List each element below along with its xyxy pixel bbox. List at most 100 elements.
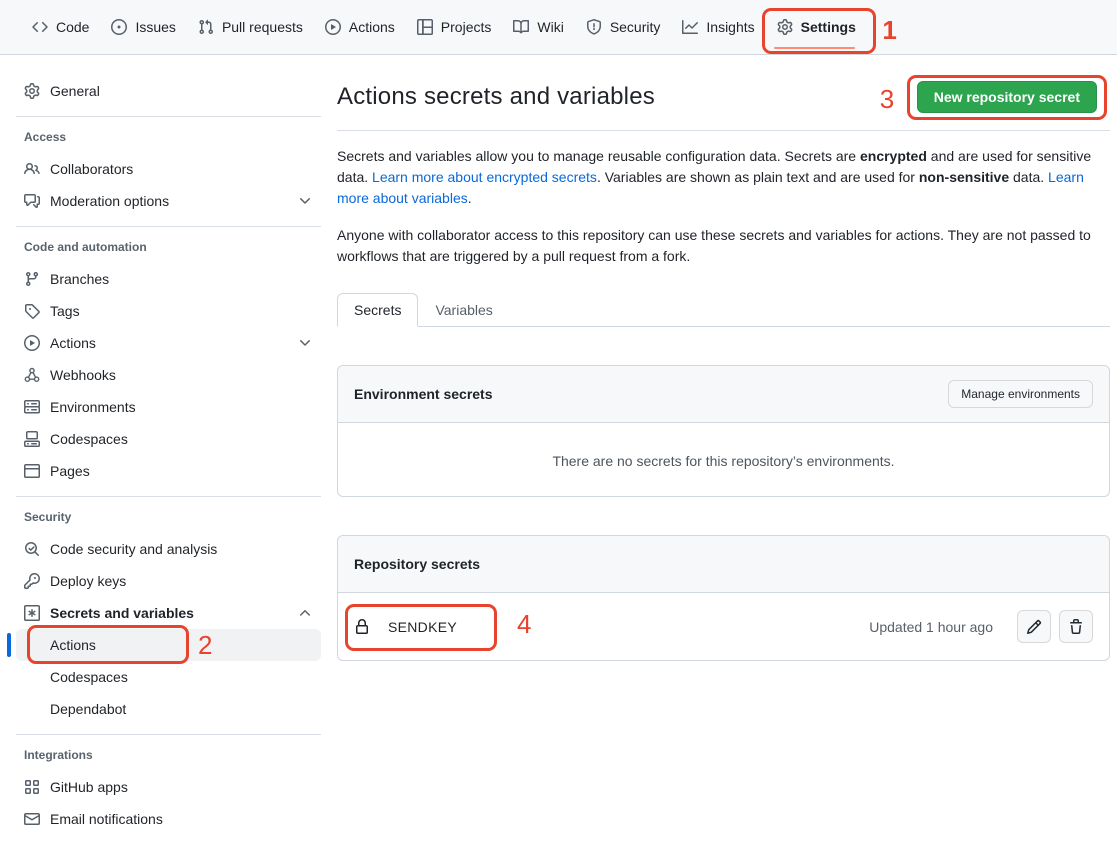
environment-secrets-panel: Environment secrets Manage environments … <box>337 365 1110 497</box>
tab-settings-label: Settings <box>801 19 856 35</box>
delete-secret-button[interactable] <box>1059 610 1093 643</box>
sidebar-divider <box>16 226 321 227</box>
tab-issues-label: Issues <box>135 19 175 35</box>
tab-wiki-label: Wiki <box>537 19 563 35</box>
sidebar-item-general[interactable]: General <box>16 75 321 107</box>
sidebar-item-label: Dependabot <box>50 701 126 717</box>
codespaces-icon <box>24 431 40 447</box>
sidebar-subitem-actions[interactable]: Actions 2 <box>16 629 321 661</box>
tab-actions[interactable]: Actions <box>317 11 403 43</box>
sidebar-item-label: Codespaces <box>50 431 128 447</box>
key-icon <box>24 573 40 589</box>
tab-variables[interactable]: Variables <box>418 293 509 327</box>
manage-environments-button[interactable]: Manage environments <box>948 380 1093 408</box>
tab-insights-label: Insights <box>706 19 754 35</box>
play-icon <box>24 335 40 351</box>
tag-icon <box>24 303 40 319</box>
git-pull-request-icon <box>198 19 214 35</box>
repository-secrets-panel: Repository secrets SENDKEY 4 Updated 1 h… <box>337 535 1110 661</box>
sidebar-item-tags[interactable]: Tags <box>16 295 321 327</box>
sidebar-item-github-apps[interactable]: GitHub apps <box>16 771 321 803</box>
sidebar-item-webhooks[interactable]: Webhooks <box>16 359 321 391</box>
annotation-number-3: 3 <box>880 86 894 112</box>
tab-pull-requests-label: Pull requests <box>222 19 303 35</box>
project-icon <box>417 19 433 35</box>
sidebar-section-access: Access <box>16 130 321 144</box>
trash-icon <box>1068 619 1084 635</box>
people-icon <box>24 161 40 177</box>
sidebar-section-code-automation: Code and automation <box>16 240 321 254</box>
sidebar-item-label: GitHub apps <box>50 779 128 795</box>
sidebar-item-pages[interactable]: Pages <box>16 455 321 487</box>
tab-secrets[interactable]: Secrets <box>337 293 418 327</box>
git-branch-icon <box>24 271 40 287</box>
sidebar-subitem-dependabot[interactable]: Dependabot <box>16 693 321 725</box>
tab-security[interactable]: Security <box>578 11 669 43</box>
intro-bold-encrypted: encrypted <box>860 148 927 164</box>
sidebar-item-label: Environments <box>50 399 136 415</box>
sidebar-item-environments[interactable]: Environments <box>16 391 321 423</box>
sidebar-subitem-codespaces[interactable]: Codespaces <box>16 661 321 693</box>
tab-pull-requests[interactable]: Pull requests <box>190 11 311 43</box>
sidebar-item-label: Code security and analysis <box>50 541 217 557</box>
repo-nav: Code Issues Pull requests Actions Projec… <box>0 0 1117 55</box>
active-tab-underline <box>774 47 855 49</box>
intro-text-segment: data. <box>1009 169 1048 185</box>
tab-wiki[interactable]: Wiki <box>505 11 571 43</box>
sidebar-item-label: Collaborators <box>50 161 133 177</box>
intro-text-segment: . Variables are shown as plain text and … <box>597 169 919 185</box>
codescan-icon <box>24 541 40 557</box>
new-repository-secret-button[interactable]: New repository secret <box>917 81 1097 113</box>
sidebar-item-label: Codespaces <box>50 669 128 685</box>
sidebar-item-label: Deploy keys <box>50 573 126 589</box>
sidebar-item-label: Branches <box>50 271 109 287</box>
chevron-up-icon <box>297 605 313 621</box>
webhook-icon <box>24 367 40 383</box>
sidebar-item-branches[interactable]: Branches <box>16 263 321 295</box>
secret-name: SENDKEY <box>388 619 457 635</box>
mail-icon <box>24 811 40 827</box>
apps-icon <box>24 779 40 795</box>
edit-secret-button[interactable] <box>1017 610 1051 643</box>
tab-actions-label: Actions <box>349 19 395 35</box>
sidebar-item-deploy-keys[interactable]: Deploy keys <box>16 565 321 597</box>
sidebar-divider <box>16 734 321 735</box>
sidebar-item-codespaces[interactable]: Codespaces <box>16 423 321 455</box>
sidebar-item-code-security[interactable]: Code security and analysis <box>16 533 321 565</box>
sidebar-item-label: Moderation options <box>50 193 169 209</box>
tab-settings[interactable]: Settings 1 <box>769 11 864 43</box>
tab-security-label: Security <box>610 19 661 35</box>
intro-text-segment: . <box>468 190 472 206</box>
tab-projects-label: Projects <box>441 19 492 35</box>
gear-icon <box>777 19 793 35</box>
environment-secrets-empty-text: There are no secrets for this repository… <box>338 423 1109 496</box>
chevron-down-icon <box>297 193 313 209</box>
tab-issues[interactable]: Issues <box>103 11 183 43</box>
tab-code[interactable]: Code <box>24 11 97 43</box>
annotation-number-2: 2 <box>198 632 212 658</box>
tab-insights[interactable]: Insights <box>674 11 762 43</box>
repository-secrets-title: Repository secrets <box>354 556 480 572</box>
sidebar-item-label: Pages <box>50 463 90 479</box>
sidebar-item-secrets-and-variables[interactable]: Secrets and variables <box>16 597 321 629</box>
secrets-variables-tabnav: Secrets Variables <box>337 293 1110 327</box>
secret-row-sendkey: SENDKEY 4 Updated 1 hour ago <box>338 593 1109 660</box>
sidebar-item-label: Actions <box>50 637 96 653</box>
sidebar-divider <box>16 116 321 117</box>
link-learn-more-encrypted-secrets[interactable]: Learn more about encrypted secrets <box>372 169 597 185</box>
issue-opened-icon <box>111 19 127 35</box>
sidebar-section-security: Security <box>16 510 321 524</box>
sidebar-item-email-notifications[interactable]: Email notifications <box>16 803 321 835</box>
sidebar-item-label: Email notifications <box>50 811 163 827</box>
browser-icon <box>24 463 40 479</box>
sidebar-divider <box>16 496 321 497</box>
shield-icon <box>586 19 602 35</box>
sidebar-item-moderation-options[interactable]: Moderation options <box>16 185 321 217</box>
lock-icon <box>354 619 370 635</box>
intro-bold-non-sensitive: non-sensitive <box>919 169 1009 185</box>
sidebar-item-collaborators[interactable]: Collaborators <box>16 153 321 185</box>
book-icon <box>513 19 529 35</box>
tab-projects[interactable]: Projects <box>409 11 500 43</box>
sidebar-item-actions[interactable]: Actions <box>16 327 321 359</box>
sidebar-item-label: Secrets and variables <box>50 605 194 621</box>
